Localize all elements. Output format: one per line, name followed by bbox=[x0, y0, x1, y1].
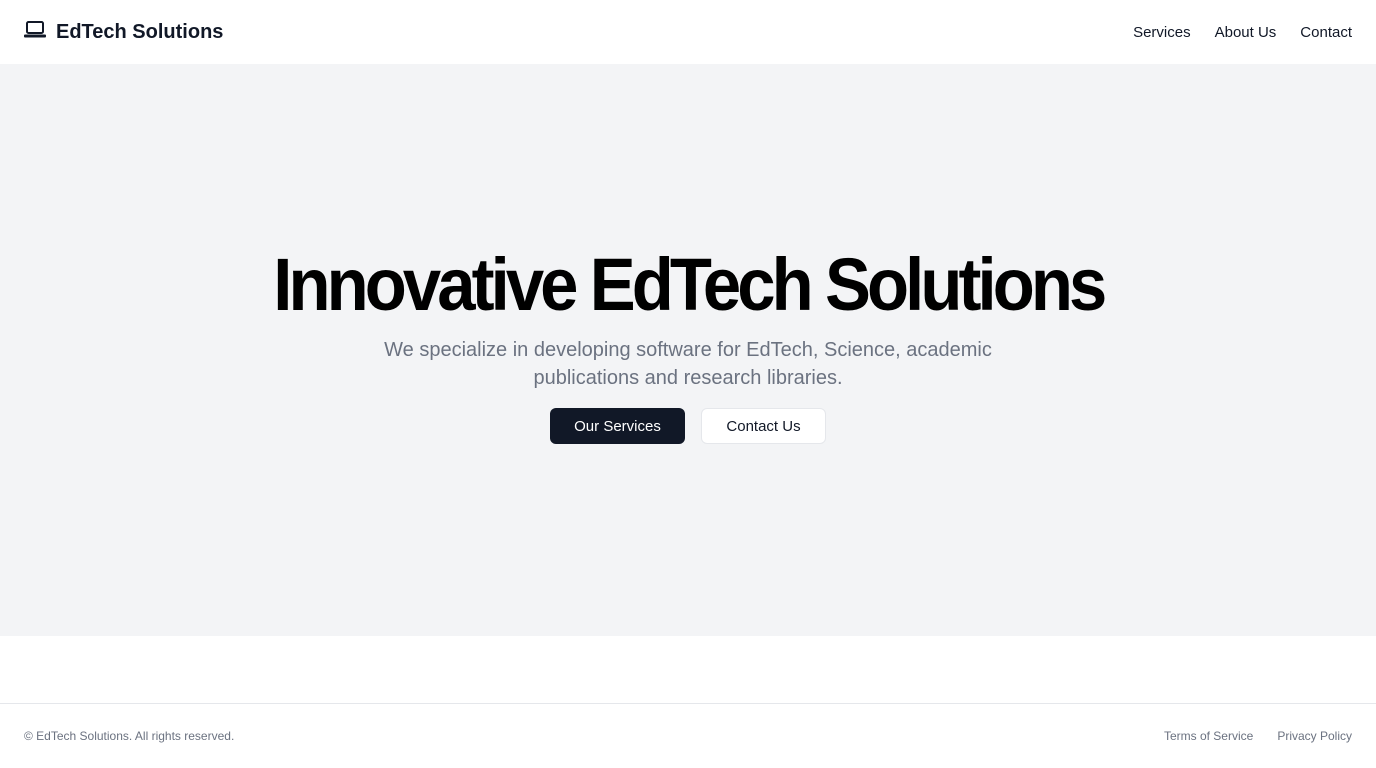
our-services-button[interactable]: Our Services bbox=[550, 408, 685, 444]
nav-about-us[interactable]: About Us bbox=[1215, 24, 1277, 41]
site-footer: © EdTech Solutions. All rights reserved.… bbox=[0, 703, 1376, 768]
hero-buttons: Our Services Contact Us bbox=[550, 408, 826, 444]
hero-section: Innovative EdTech Solutions We specializ… bbox=[0, 64, 1376, 636]
privacy-policy-link[interactable]: Privacy Policy bbox=[1277, 729, 1352, 743]
laptop-icon bbox=[24, 20, 46, 44]
main-nav: Services About Us Contact bbox=[1133, 24, 1352, 41]
brand-link[interactable]: EdTech Solutions bbox=[24, 20, 223, 44]
copyright-text: © EdTech Solutions. All rights reserved. bbox=[24, 729, 235, 743]
hero-title: Innovative EdTech Solutions bbox=[272, 243, 1107, 326]
brand-name: EdTech Solutions bbox=[56, 20, 224, 43]
site-header: EdTech Solutions Services About Us Conta… bbox=[0, 0, 1376, 64]
nav-services[interactable]: Services bbox=[1133, 24, 1191, 41]
footer-links: Terms of Service Privacy Policy bbox=[1164, 729, 1352, 743]
contact-us-button[interactable]: Contact Us bbox=[701, 408, 826, 444]
terms-of-service-link[interactable]: Terms of Service bbox=[1164, 729, 1253, 743]
nav-contact[interactable]: Contact bbox=[1300, 24, 1352, 41]
hero-subtitle: We specialize in developing software for… bbox=[384, 339, 992, 389]
